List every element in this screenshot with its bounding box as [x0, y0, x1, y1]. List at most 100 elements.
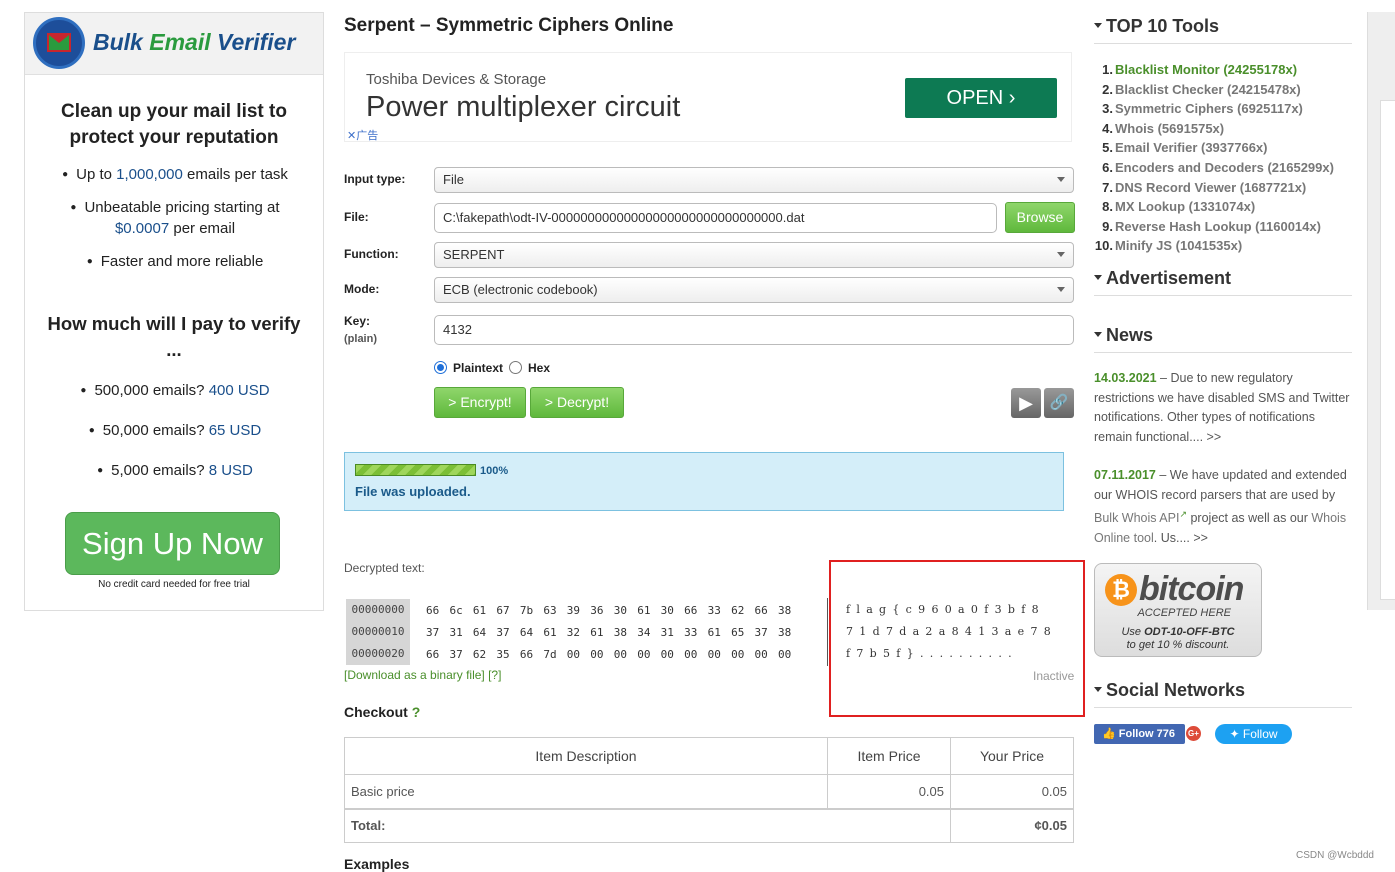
- bulk-email-verifier-ad[interactable]: Bulk Email Verifier Clean up your mail l…: [24, 12, 324, 611]
- download-binary-link[interactable]: [Download as a binary file] [?]: [344, 668, 501, 682]
- table-row: Basic price 0.05 0.05: [344, 774, 1074, 809]
- sidebar-tool-item[interactable]: 4. Whois (5691575x): [1093, 121, 1224, 136]
- file-path-input[interactable]: C:\fakepath\odt-IV-000000000000000000000…: [434, 203, 997, 233]
- sidebar-tool-item[interactable]: 9. Reverse Hash Lookup (1160014x): [1093, 219, 1321, 234]
- bitcoin-badge[interactable]: ₿ bitcoin ACCEPTED HERE Use ODT-10-OFF-B…: [1094, 563, 1262, 657]
- help-link[interactable]: [?]: [488, 668, 501, 682]
- total-value: ¢0.05: [950, 808, 1074, 843]
- tool-link[interactable]: Minify JS (1041535x): [1115, 238, 1242, 253]
- news-item: 07.11.2017 – We have updated and extende…: [1094, 468, 1347, 545]
- your-price: 0.05: [950, 774, 1074, 809]
- sidebar-tool-item[interactable]: 1. Blacklist Monitor (24255178x): [1093, 62, 1297, 77]
- upload-progress-bar: [355, 464, 476, 476]
- google-ad[interactable]: Toshiba Devices & Storage Power multiple…: [344, 52, 1072, 142]
- encrypt-button[interactable]: > Encrypt!: [434, 387, 526, 418]
- tool-rank: 8.: [1102, 199, 1113, 215]
- tool-link[interactable]: DNS Record Viewer (1687721x): [1115, 180, 1306, 195]
- watermark: CSDN @Wcbddd: [1296, 850, 1374, 861]
- sidebar-tool-item[interactable]: 8. MX Lookup (1331074x): [1093, 199, 1255, 214]
- social-heading[interactable]: Social Networks: [1094, 680, 1352, 708]
- tool-link[interactable]: MX Lookup (1331074x): [1115, 199, 1255, 214]
- bitcoin-discount: Use ODT-10-OFF-BTC to get 10 % discount.: [1121, 626, 1235, 651]
- hex-bytes: 66 6c 61 67 7b 63 39 36 30 61 30 66 33 6…: [426, 604, 792, 617]
- input-type-label: Input type:: [344, 172, 406, 186]
- news-heading[interactable]: News: [1094, 325, 1352, 353]
- top10-heading[interactable]: TOP 10 Tools: [1094, 16, 1352, 44]
- key-input[interactable]: 4132: [434, 315, 1074, 345]
- hex-radio[interactable]: [509, 361, 522, 374]
- ad-title[interactable]: Power multiplexer circuit: [366, 91, 680, 124]
- mode-select[interactable]: ECB (electronic codebook): [434, 277, 1074, 303]
- chevron-down-icon: [1057, 177, 1065, 182]
- column-header: Item Description: [344, 737, 828, 775]
- google-plus-icon[interactable]: G+: [1186, 726, 1201, 741]
- sidebar-tool-item[interactable]: 5. Email Verifier (3937766x): [1093, 140, 1268, 155]
- plaintext-radio[interactable]: [434, 361, 447, 374]
- ad-price: 5,000 emails? 8 USD: [25, 460, 325, 481]
- thumbs-up-icon: 👍: [1102, 728, 1116, 740]
- checkout-title: Checkout ?: [344, 704, 421, 720]
- ad-price: 50,000 emails? 65 USD: [25, 420, 325, 441]
- total-label: Total:: [344, 808, 951, 843]
- sign-up-button[interactable]: Sign Up Now: [65, 512, 280, 575]
- chevron-down-icon: [1057, 287, 1065, 292]
- decrypted-text-label: Decrypted text:: [344, 561, 425, 575]
- facebook-follow-button[interactable]: 👍 Follow 776: [1094, 724, 1185, 744]
- tool-rank: 9.: [1102, 218, 1113, 234]
- tool-rank: 10.: [1094, 238, 1113, 254]
- column-header: Item Price: [827, 737, 951, 775]
- tool-link[interactable]: Blacklist Checker (24215478x): [1115, 82, 1301, 97]
- upload-percent: 100%: [480, 465, 509, 477]
- ad-fine-print: No credit card needed for free trial: [98, 579, 250, 590]
- chevron-down-icon: [1057, 252, 1065, 257]
- chevron-down-icon: [1094, 275, 1102, 280]
- ad-open-button[interactable]: OPEN ›: [905, 78, 1057, 118]
- plaintext-radio-label[interactable]: Plaintext: [453, 361, 503, 375]
- sidebar-tool-item[interactable]: 3. Symmetric Ciphers (6925117x): [1093, 101, 1303, 116]
- bulk-whois-api-link[interactable]: Bulk Whois API: [1094, 511, 1179, 525]
- hex-offset: 00000010: [346, 621, 410, 643]
- checkout-help-link[interactable]: ?: [412, 704, 421, 720]
- browse-button[interactable]: Browse: [1005, 202, 1075, 233]
- tool-link[interactable]: Symmetric Ciphers (6925117x): [1115, 101, 1303, 116]
- table-header-row: Item Description Item Price Your Price: [344, 737, 1074, 775]
- sidebar-tool-item[interactable]: 2. Blacklist Checker (24215478x): [1093, 82, 1301, 97]
- chevron-down-icon: [1094, 23, 1102, 28]
- column-header: Your Price: [950, 737, 1074, 775]
- ad-close-icon[interactable]: ✕广告: [347, 127, 378, 143]
- total-row: Total: ¢0.05: [344, 808, 1074, 843]
- ad-price: 500,000 emails? 400 USD: [25, 380, 325, 401]
- ad-bullet: Unbeatable pricing starting at$0.0007 pe…: [55, 197, 295, 239]
- tool-link[interactable]: Reverse Hash Lookup (1160014x): [1115, 219, 1321, 234]
- sidebar-tool-item[interactable]: 10. Minify JS (1041535x): [1093, 238, 1242, 253]
- advertisement-heading[interactable]: Advertisement: [1094, 268, 1352, 296]
- tool-link[interactable]: Encoders and Decoders (2165299x): [1115, 160, 1334, 175]
- link-icon[interactable]: 🔗: [1044, 388, 1074, 418]
- hex-divider: [827, 598, 828, 666]
- sidebar-tool-item[interactable]: 6. Encoders and Decoders (2165299x): [1093, 160, 1334, 175]
- tool-link[interactable]: Blacklist Monitor (24255178x): [1115, 62, 1297, 77]
- decrypt-button[interactable]: > Decrypt!: [530, 387, 624, 418]
- play-icon[interactable]: ▶: [1011, 388, 1041, 418]
- tool-link[interactable]: Email Verifier (3937766x): [1115, 140, 1268, 155]
- ad-header: Bulk Email Verifier: [25, 13, 323, 75]
- function-select[interactable]: SERPENT: [434, 242, 1074, 268]
- right-edge-ad[interactable]: [1367, 12, 1395, 610]
- tool-link[interactable]: Whois (5691575x): [1115, 121, 1224, 136]
- twitter-follow-button[interactable]: ✦ Follow: [1215, 724, 1292, 744]
- bitcoin-accepted: ACCEPTED HERE: [1137, 607, 1231, 619]
- ad-panel: [1380, 100, 1395, 600]
- envelope-logo-icon: [33, 17, 85, 69]
- news-item: 14.03.2021 – Due to new regulatory restr…: [1094, 371, 1350, 444]
- chevron-right-icon: ›: [1008, 87, 1016, 109]
- page-title: Serpent – Symmetric Ciphers Online: [344, 15, 674, 36]
- mode-label: Mode:: [344, 282, 380, 296]
- chevron-down-icon: [1094, 332, 1102, 337]
- sidebar-tool-item[interactable]: 7. DNS Record Viewer (1687721x): [1093, 180, 1306, 195]
- checkout-table: Item Description Item Price Your Price B…: [344, 737, 1074, 843]
- hex-bytes: 66 37 62 35 66 7d 00 00 00 00 00 00 00 0…: [426, 648, 792, 661]
- hex-radio-label[interactable]: Hex: [528, 361, 550, 375]
- input-type-select[interactable]: File: [434, 167, 1074, 193]
- ad-brand: Bulk Email Verifier: [93, 29, 296, 55]
- item-description: Basic price: [344, 774, 828, 809]
